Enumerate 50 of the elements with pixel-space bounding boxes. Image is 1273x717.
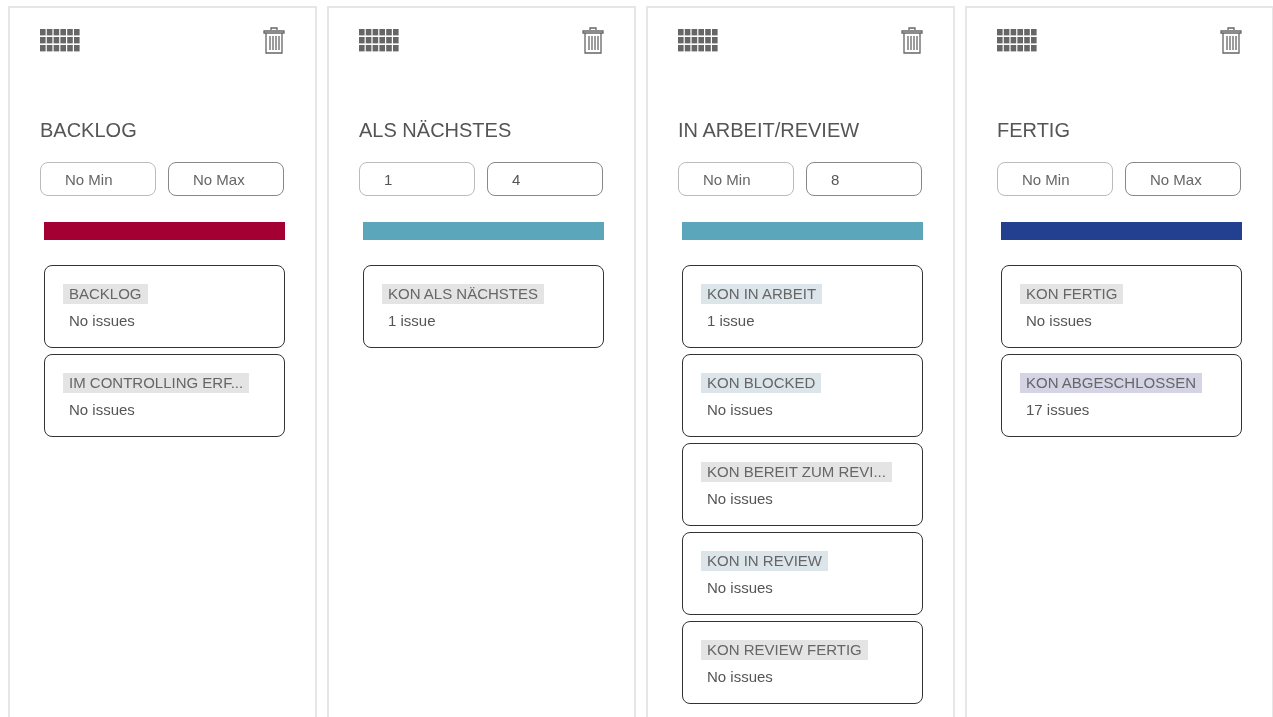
max-field[interactable]: 8	[806, 162, 922, 196]
issue-count: No issues	[69, 401, 135, 418]
status-tag: KON IN ARBEIT	[701, 284, 823, 304]
max-field[interactable]: 4	[487, 162, 603, 196]
min-field[interactable]: 1	[359, 162, 475, 196]
status-tag: KON FERTIG	[1020, 284, 1124, 304]
min-field[interactable]: No Min	[40, 162, 156, 196]
grid-icon[interactable]	[997, 29, 1037, 53]
status-tag: KON BEREIT ZUM REVI...	[701, 462, 892, 482]
status-card[interactable]: KON IN ARBEIT 1 issue	[682, 265, 923, 348]
min-field[interactable]: No Min	[997, 162, 1113, 196]
status-card[interactable]: KON ALS NÄCHSTES 1 issue	[363, 265, 604, 348]
issue-count: No issues	[707, 401, 773, 418]
grid-icon[interactable]	[359, 29, 399, 53]
status-tag: KON ABGESCHLOSSEN	[1020, 373, 1203, 393]
trash-icon[interactable]	[263, 27, 285, 55]
column-title: FERTIG	[997, 118, 1071, 142]
grid-icon[interactable]	[678, 29, 718, 53]
trash-icon[interactable]	[582, 27, 604, 55]
issue-count: 17 issues	[1026, 401, 1090, 418]
status-tag: KON BLOCKED	[701, 373, 822, 393]
min-field[interactable]: No Min	[678, 162, 794, 196]
status-card[interactable]: KON ABGESCHLOSSEN 17 issues	[1001, 354, 1242, 437]
status-tag: KON IN REVIEW	[701, 551, 828, 571]
status-card[interactable]: BACKLOG No issues	[44, 265, 285, 348]
max-field[interactable]: No Max	[168, 162, 284, 196]
issue-count: 1 issue	[388, 312, 436, 329]
status-card[interactable]: KON BEREIT ZUM REVI... No issues	[682, 443, 923, 526]
status-card[interactable]: KON BLOCKED No issues	[682, 354, 923, 437]
status-card[interactable]: KON REVIEW FERTIG No issues	[682, 621, 923, 704]
issue-count: No issues	[707, 490, 773, 507]
column-title: BACKLOG	[40, 118, 138, 142]
status-card[interactable]: IM CONTROLLING ERF... No issues	[44, 354, 285, 437]
grid-icon[interactable]	[40, 29, 80, 53]
status-tag: IM CONTROLLING ERF...	[63, 373, 250, 393]
column-title: IN ARBEIT/REVIEW	[678, 118, 861, 142]
max-field[interactable]: No Max	[1125, 162, 1241, 196]
status-tag: BACKLOG	[63, 284, 148, 304]
issue-count: 1 issue	[707, 312, 755, 329]
issue-count: No issues	[69, 312, 135, 329]
column-title: ALS NÄCHSTES	[359, 118, 513, 142]
issue-count: No issues	[707, 579, 773, 596]
trash-icon[interactable]	[901, 27, 923, 55]
status-tag: KON ALS NÄCHSTES	[382, 284, 545, 304]
issue-count: No issues	[707, 668, 773, 685]
status-card[interactable]: KON FERTIG No issues	[1001, 265, 1242, 348]
trash-icon[interactable]	[1220, 27, 1242, 55]
status-card[interactable]: KON IN REVIEW No issues	[682, 532, 923, 615]
status-tag: KON REVIEW FERTIG	[701, 640, 868, 660]
issue-count: No issues	[1026, 312, 1092, 329]
